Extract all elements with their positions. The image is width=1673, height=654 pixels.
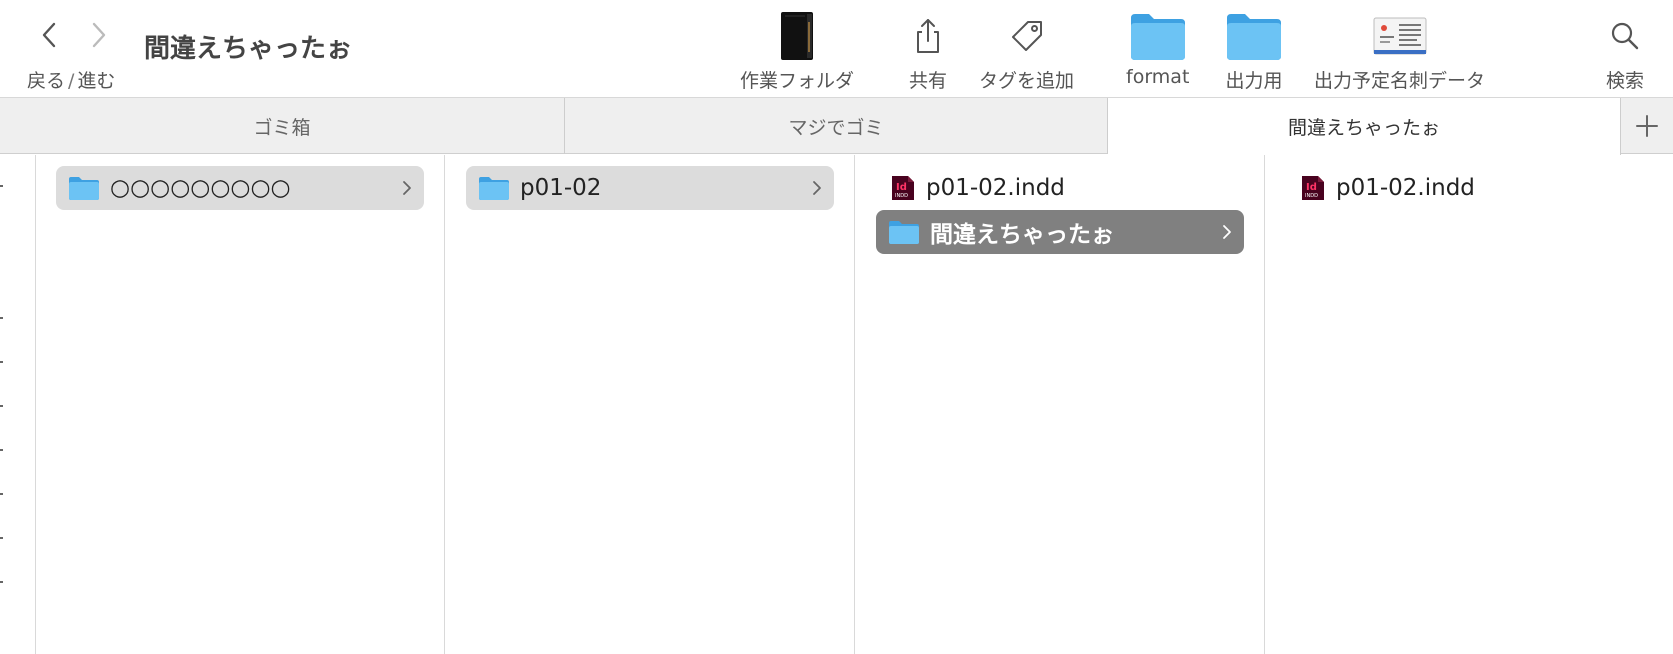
toolbar-item-label: 共有 — [909, 70, 948, 92]
item-name: p01-02.indd — [926, 175, 1065, 201]
search-icon — [1611, 22, 1639, 50]
chevron-right-icon — [1223, 225, 1231, 239]
chevron-left-icon — [42, 22, 56, 48]
column-edge-tick — [0, 493, 3, 495]
indesign-file-icon: Id INDD — [1302, 176, 1324, 200]
tab-machigaechatta[interactable]: 間違えちゃったぉ — [1108, 98, 1621, 155]
column-divider[interactable] — [854, 155, 855, 654]
list-item[interactable]: Id INDD p01-02.indd — [1286, 166, 1654, 210]
forward-label: 進む — [77, 70, 116, 92]
svg-text:INDD: INDD — [1305, 193, 1318, 199]
indesign-file-icon: Id INDD — [892, 176, 914, 200]
toolbar-item-label: 作業フォルダ — [740, 70, 855, 92]
column-divider[interactable] — [444, 155, 445, 654]
folder-icon — [479, 177, 509, 200]
tab-label: 間違えちゃったぉ — [1287, 117, 1440, 139]
toolbar-item-label: タグを追加 — [979, 70, 1075, 92]
column-divider[interactable] — [1264, 155, 1265, 654]
share-button[interactable]: 共有 — [909, 10, 947, 93]
item-name: 間違えちゃったぉ — [930, 222, 1114, 248]
column-edge-tick — [0, 317, 3, 319]
tab-majide-gomi[interactable]: マジでゴミ — [565, 98, 1108, 154]
list-item[interactable]: Id INDD p01-02.indd — [876, 166, 1244, 210]
toolbar-item-format[interactable]: format — [1126, 10, 1189, 88]
window-title: 間違えちゃったぉ — [144, 34, 353, 64]
toolbar: 戻る / 進む 間違えちゃったぉ 作業フォルダ 共有 タグを追加 format … — [0, 0, 1673, 98]
business-card-icon — [1373, 17, 1426, 55]
tab-label: ゴミ箱 — [253, 116, 311, 139]
toolbar-item-work-folder[interactable]: 作業フォルダ — [740, 10, 854, 93]
toolbar-item-label: 出力予定名刺データ — [1314, 70, 1486, 92]
chevron-right-icon — [403, 181, 411, 195]
back-button[interactable] — [34, 18, 64, 52]
add-tag-button[interactable]: タグを追加 — [979, 10, 1074, 93]
back-label: 戻る — [27, 70, 66, 92]
item-name: p01-02 — [520, 175, 602, 201]
column-edge-tick — [0, 537, 3, 539]
nav-label: 戻る / 進む — [27, 66, 115, 93]
nav-separator: / — [68, 70, 75, 92]
column-edge-tick — [0, 449, 3, 451]
folder-icon — [889, 221, 919, 244]
tab-trash[interactable]: ゴミ箱 — [0, 98, 565, 154]
chevron-right-icon — [813, 181, 821, 195]
toolbar-item-business-card-data[interactable]: 出力予定名刺データ — [1314, 10, 1485, 93]
tab-bar: ゴミ箱 マジでゴミ 間違えちゃったぉ — [0, 98, 1673, 155]
toolbar-item-label: format — [1126, 66, 1190, 88]
search-button[interactable]: 検索 — [1606, 10, 1644, 93]
column-browser: ○○○○○○○○○ p01-02 Id INDD p01-02.indd 間違え… — [0, 155, 1673, 654]
new-tab-button[interactable] — [1621, 98, 1673, 154]
forward-button[interactable] — [84, 18, 114, 52]
book-icon — [781, 12, 813, 60]
column-edge-tick — [0, 185, 3, 187]
svg-text:Id: Id — [896, 182, 907, 193]
column-divider[interactable] — [35, 155, 36, 654]
folder-icon — [1130, 14, 1185, 60]
item-name: p01-02.indd — [1336, 175, 1475, 201]
toolbar-item-label: 検索 — [1606, 70, 1645, 92]
folder-icon — [69, 177, 99, 200]
column-edge-tick — [0, 361, 3, 363]
column-edge-tick — [0, 405, 3, 407]
chevron-right-icon — [92, 22, 106, 48]
share-icon — [917, 19, 939, 53]
column-edge-tick — [0, 581, 3, 583]
svg-text:INDD: INDD — [895, 193, 908, 199]
item-name: ○○○○○○○○○ — [110, 175, 291, 201]
list-item[interactable]: ○○○○○○○○○ — [56, 166, 424, 210]
list-item[interactable]: p01-02 — [466, 166, 834, 210]
plus-icon — [1636, 115, 1658, 137]
svg-text:Id: Id — [1306, 182, 1317, 193]
list-item[interactable]: 間違えちゃったぉ — [876, 210, 1244, 254]
tag-icon — [1011, 21, 1042, 51]
toolbar-item-label: 出力用 — [1225, 70, 1283, 92]
folder-icon — [1227, 14, 1281, 60]
tab-label: マジでゴミ — [788, 116, 884, 139]
toolbar-item-output[interactable]: 出力用 — [1225, 10, 1283, 93]
